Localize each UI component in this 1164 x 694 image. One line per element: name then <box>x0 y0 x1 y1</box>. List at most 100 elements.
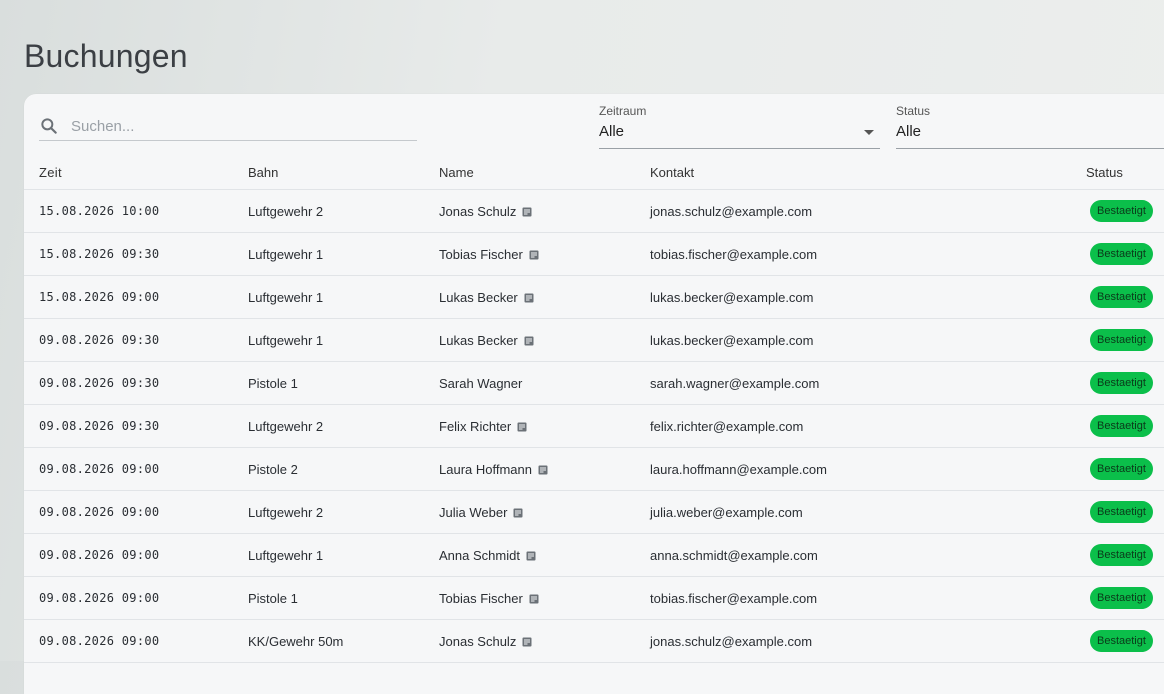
cell-zeit: 09.08.2026 09:00 <box>24 533 248 577</box>
name-text: Laura Hoffmann <box>439 461 532 477</box>
name-text: Anna Schmidt <box>439 547 520 563</box>
cell-bahn: KK/Gewehr 50m <box>248 619 439 663</box>
zeitraum-label: Zeitraum <box>599 104 647 118</box>
cell-kontakt: laura.hoffmann@example.com <box>650 447 1086 491</box>
column-header-zeit[interactable]: Zeit <box>24 156 248 190</box>
page-title: Buchungen <box>24 38 188 74</box>
cell-bahn: Pistole 1 <box>248 361 439 405</box>
cell-bahn: Luftgewehr 1 <box>248 318 439 362</box>
cell-name: Jonas Schulz <box>439 189 650 233</box>
column-header-status[interactable]: Status <box>1086 156 1164 190</box>
status-badge: Bestaetigt <box>1090 587 1153 609</box>
cell-bahn: Luftgewehr 2 <box>248 490 439 534</box>
cell-bahn: Pistole 1 <box>248 576 439 620</box>
name-text: Lukas Becker <box>439 289 518 305</box>
note-icon[interactable] <box>526 549 536 560</box>
cell-status: Bestaetigt <box>1086 490 1164 534</box>
bookings-table: Zeit Bahn Name Kontakt Status 15.08.2026… <box>24 156 1164 663</box>
cell-kontakt: sarah.wagner@example.com <box>650 361 1086 405</box>
cell-status: Bestaetigt <box>1086 232 1164 276</box>
cell-zeit: 15.08.2026 09:00 <box>24 275 248 319</box>
cell-zeit: 09.08.2026 09:00 <box>24 447 248 491</box>
name-text: Julia Weber <box>439 504 508 520</box>
search-icon <box>39 116 59 136</box>
note-icon[interactable] <box>524 334 534 345</box>
cell-zeit: 09.08.2026 09:00 <box>24 490 248 534</box>
cell-zeit: 09.08.2026 09:00 <box>24 619 248 663</box>
status-badge: Bestaetigt <box>1090 415 1153 437</box>
name-text: Jonas Schulz <box>439 203 517 219</box>
cell-status: Bestaetigt <box>1086 619 1164 663</box>
name-text: Sarah Wagner <box>439 375 523 391</box>
note-icon[interactable] <box>522 205 532 216</box>
cell-status: Bestaetigt <box>1086 275 1164 319</box>
cell-zeit: 09.08.2026 09:30 <box>24 361 248 405</box>
note-icon[interactable] <box>529 592 539 603</box>
bookings-card: Zeitraum Alle Status Alle Zeit Bahn Name… <box>24 94 1164 694</box>
cell-zeit: 15.08.2026 09:30 <box>24 232 248 276</box>
cell-name: Jonas Schulz <box>439 619 650 663</box>
note-icon[interactable] <box>529 248 539 259</box>
cell-name: Tobias Fischer <box>439 576 650 620</box>
name-text: Lukas Becker <box>439 332 518 348</box>
zeitraum-value: Alle <box>599 123 625 140</box>
status-badge: Bestaetigt <box>1090 243 1153 265</box>
cell-bahn: Luftgewehr 1 <box>248 275 439 319</box>
column-header-name[interactable]: Name <box>439 156 650 190</box>
note-icon[interactable] <box>513 506 523 517</box>
cell-name: Laura Hoffmann <box>439 447 650 491</box>
name-text: Tobias Fischer <box>439 590 523 606</box>
note-icon[interactable] <box>538 463 548 474</box>
cell-status: Bestaetigt <box>1086 533 1164 577</box>
status-filter-label: Status <box>896 104 931 118</box>
cell-name: Felix Richter <box>439 404 650 448</box>
table-row[interactable]: 09.08.2026 09:00 Luftgewehr 2 Julia Weber j… <box>24 490 1164 534</box>
zeitraum-select[interactable]: Zeitraum Alle <box>599 102 880 149</box>
cell-bahn: Luftgewehr 1 <box>248 232 439 276</box>
cell-name: Lukas Becker <box>439 318 650 362</box>
status-badge: Bestaetigt <box>1090 458 1153 480</box>
note-icon[interactable] <box>517 420 527 431</box>
table-row[interactable]: 15.08.2026 09:00 Luftgewehr 1 Lukas Becker… <box>24 275 1164 319</box>
status-badge: Bestaetigt <box>1090 630 1153 652</box>
table-row[interactable]: 09.08.2026 09:30 Pistole 1 Sarah Wagner sar… <box>24 361 1164 405</box>
cell-status: Bestaetigt <box>1086 361 1164 405</box>
table-row[interactable]: 09.08.2026 09:00 Pistole 1 Tobias Fischer t… <box>24 576 1164 620</box>
status-badge: Bestaetigt <box>1090 329 1153 351</box>
status-badge: Bestaetigt <box>1090 200 1153 222</box>
note-icon[interactable] <box>524 291 534 302</box>
search-field[interactable] <box>39 114 417 141</box>
status-badge: Bestaetigt <box>1090 501 1153 523</box>
status-filter-value: Alle <box>896 123 922 140</box>
cell-status: Bestaetigt <box>1086 404 1164 448</box>
cell-status: Bestaetigt <box>1086 318 1164 362</box>
cell-status: Bestaetigt <box>1086 576 1164 620</box>
status-badge: Bestaetigt <box>1090 286 1153 308</box>
table-row[interactable]: 09.08.2026 09:30 Luftgewehr 1 Lukas Becker… <box>24 318 1164 362</box>
table-row[interactable]: 09.08.2026 09:30 Luftgewehr 2 Felix Richte… <box>24 404 1164 448</box>
status-badge: Bestaetigt <box>1090 372 1153 394</box>
cell-status: Bestaetigt <box>1086 189 1164 233</box>
column-header-kontakt[interactable]: Kontakt <box>650 156 1086 190</box>
cell-kontakt: julia.weber@example.com <box>650 490 1086 534</box>
search-input[interactable] <box>69 115 413 137</box>
table-row[interactable]: 09.08.2026 09:00 Pistole 2 Laura Hoffmann l… <box>24 447 1164 491</box>
cell-kontakt: felix.richter@example.com <box>650 404 1086 448</box>
status-badge: Bestaetigt <box>1090 544 1153 566</box>
name-text: Tobias Fischer <box>439 246 523 262</box>
cell-kontakt: tobias.fischer@example.com <box>650 232 1086 276</box>
table-row[interactable]: 15.08.2026 10:00 Luftgewehr 2 Jonas Schulz… <box>24 189 1164 233</box>
table-row[interactable]: 09.08.2026 09:00 Luftgewehr 1 Anna Schmidt… <box>24 533 1164 577</box>
column-header-bahn[interactable]: Bahn <box>248 156 439 190</box>
table-row[interactable]: 09.08.2026 09:00 KK/Gewehr 50m Jonas Schul… <box>24 619 1164 663</box>
cell-name: Tobias Fischer <box>439 232 650 276</box>
name-text: Jonas Schulz <box>439 633 517 649</box>
cell-kontakt: jonas.schulz@example.com <box>650 189 1086 233</box>
cell-name: Julia Weber <box>439 490 650 534</box>
cell-bahn: Pistole 2 <box>248 447 439 491</box>
table-row[interactable]: 15.08.2026 09:30 Luftgewehr 1 Tobias Fisch… <box>24 232 1164 276</box>
note-icon[interactable] <box>522 635 532 646</box>
status-select[interactable]: Status Alle <box>896 102 1164 149</box>
cell-bahn: Luftgewehr 2 <box>248 404 439 448</box>
cell-kontakt: jonas.schulz@example.com <box>650 619 1086 663</box>
